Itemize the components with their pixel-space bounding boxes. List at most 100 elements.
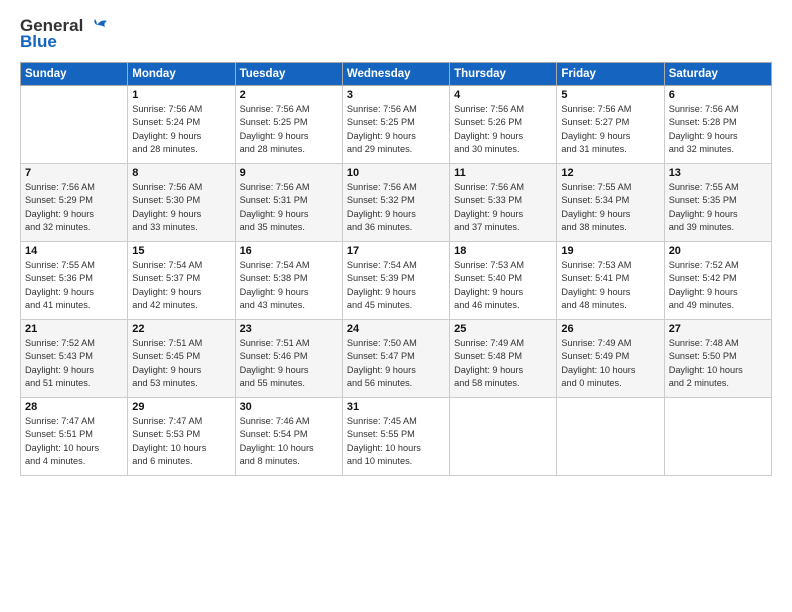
day-number: 23 <box>240 323 338 335</box>
calendar-cell <box>557 398 664 476</box>
main-container: General Blue SundayMondayTuesdayWednesda… <box>0 0 792 486</box>
day-number: 16 <box>240 245 338 257</box>
calendar-cell: 23 Sunrise: 7:51 AM Sunset: 5:46 PM Dayli… <box>235 320 342 398</box>
day-number: 22 <box>132 323 230 335</box>
day-number: 29 <box>132 401 230 413</box>
day-info: Sunrise: 7:54 AM Sunset: 5:37 PM Dayligh… <box>132 259 230 312</box>
calendar-cell: 31Sunrise: 7:45 AM Sunset: 5:55 PM Dayli… <box>342 398 449 476</box>
logo: General Blue <box>20 16 109 52</box>
day-number: 12 <box>561 167 659 179</box>
day-header-tuesday: Tuesday <box>235 63 342 86</box>
calendar-cell: 1Sunrise: 7:56 AM Sunset: 5:24 PM Daylig… <box>128 86 235 164</box>
calendar-cell: 9Sunrise: 7:56 AM Sunset: 5:31 PM Daylig… <box>235 164 342 242</box>
day-number: 18 <box>454 245 552 257</box>
day-info: Sunrise: 7:45 AM Sunset: 5:55 PM Dayligh… <box>347 415 445 468</box>
day-info: Sunrise: 7:56 AM Sunset: 5:31 PM Dayligh… <box>240 181 338 234</box>
day-number: 27 <box>669 323 767 335</box>
day-info: Sunrise: 7:55 AM Sunset: 5:36 PM Dayligh… <box>25 259 123 312</box>
day-header-monday: Monday <box>128 63 235 86</box>
day-number: 3 <box>347 89 445 101</box>
day-info: Sunrise: 7:52 AM Sunset: 5:42 PM Dayligh… <box>669 259 767 312</box>
calendar-cell: 12 Sunrise: 7:55 AM Sunset: 5:34 PM Dayli… <box>557 164 664 242</box>
day-number: 1 <box>132 89 230 101</box>
week-row-5: 28 Sunrise: 7:47 AM Sunset: 5:51 PM Dayli… <box>21 398 772 476</box>
day-number: 25 <box>454 323 552 335</box>
day-info: Sunrise: 7:54 AM Sunset: 5:38 PM Dayligh… <box>240 259 338 312</box>
day-info: Sunrise: 7:52 AM Sunset: 5:43 PM Dayligh… <box>25 337 123 390</box>
day-number: 20 <box>669 245 767 257</box>
week-row-3: 14 Sunrise: 7:55 AM Sunset: 5:36 PM Dayli… <box>21 242 772 320</box>
day-info: Sunrise: 7:51 AM Sunset: 5:46 PM Dayligh… <box>240 337 338 390</box>
day-info: Sunrise: 7:46 AM Sunset: 5:54 PM Dayligh… <box>240 415 338 468</box>
day-number: 5 <box>561 89 659 101</box>
day-info: Sunrise: 7:56 AM Sunset: 5:25 PM Dayligh… <box>240 103 338 156</box>
calendar-cell: 21Sunrise: 7:52 AM Sunset: 5:43 PM Dayli… <box>21 320 128 398</box>
calendar-cell: 10 Sunrise: 7:56 AM Sunset: 5:32 PM Dayli… <box>342 164 449 242</box>
calendar-cell: 7Sunrise: 7:56 AM Sunset: 5:29 PM Daylig… <box>21 164 128 242</box>
calendar-cell: 28 Sunrise: 7:47 AM Sunset: 5:51 PM Dayli… <box>21 398 128 476</box>
day-info: Sunrise: 7:56 AM Sunset: 5:29 PM Dayligh… <box>25 181 123 234</box>
day-number: 11 <box>454 167 552 179</box>
day-info: Sunrise: 7:56 AM Sunset: 5:32 PM Dayligh… <box>347 181 445 234</box>
calendar-cell: 16 Sunrise: 7:54 AM Sunset: 5:38 PM Dayli… <box>235 242 342 320</box>
calendar-cell: 11 Sunrise: 7:56 AM Sunset: 5:33 PM Dayli… <box>450 164 557 242</box>
day-header-friday: Friday <box>557 63 664 86</box>
calendar-header-row: SundayMondayTuesdayWednesdayThursdayFrid… <box>21 63 772 86</box>
day-number: 19 <box>561 245 659 257</box>
day-number: 10 <box>347 167 445 179</box>
calendar-cell: 29Sunrise: 7:47 AM Sunset: 5:53 PM Dayli… <box>128 398 235 476</box>
week-row-1: 1Sunrise: 7:56 AM Sunset: 5:24 PM Daylig… <box>21 86 772 164</box>
day-number: 26 <box>561 323 659 335</box>
day-info: Sunrise: 7:55 AM Sunset: 5:35 PM Dayligh… <box>669 181 767 234</box>
calendar-cell: 19Sunrise: 7:53 AM Sunset: 5:41 PM Dayli… <box>557 242 664 320</box>
day-info: Sunrise: 7:47 AM Sunset: 5:51 PM Dayligh… <box>25 415 123 468</box>
day-number: 6 <box>669 89 767 101</box>
day-info: Sunrise: 7:56 AM Sunset: 5:27 PM Dayligh… <box>561 103 659 156</box>
day-info: Sunrise: 7:56 AM Sunset: 5:28 PM Dayligh… <box>669 103 767 156</box>
calendar-cell: 13 Sunrise: 7:55 AM Sunset: 5:35 PM Dayli… <box>664 164 771 242</box>
calendar-cell: 25 Sunrise: 7:49 AM Sunset: 5:48 PM Dayli… <box>450 320 557 398</box>
day-number: 17 <box>347 245 445 257</box>
day-number: 4 <box>454 89 552 101</box>
calendar-cell <box>664 398 771 476</box>
calendar-table: SundayMondayTuesdayWednesdayThursdayFrid… <box>20 62 772 476</box>
day-info: Sunrise: 7:49 AM Sunset: 5:49 PM Dayligh… <box>561 337 659 390</box>
day-header-thursday: Thursday <box>450 63 557 86</box>
calendar-cell: 27 Sunrise: 7:48 AM Sunset: 5:50 PM Dayli… <box>664 320 771 398</box>
calendar-cell: 18 Sunrise: 7:53 AM Sunset: 5:40 PM Dayli… <box>450 242 557 320</box>
day-number: 28 <box>25 401 123 413</box>
calendar-cell: 15Sunrise: 7:54 AM Sunset: 5:37 PM Dayli… <box>128 242 235 320</box>
day-number: 13 <box>669 167 767 179</box>
calendar-cell: 30 Sunrise: 7:46 AM Sunset: 5:54 PM Dayli… <box>235 398 342 476</box>
day-info: Sunrise: 7:56 AM Sunset: 5:25 PM Dayligh… <box>347 103 445 156</box>
logo-bird-icon <box>87 17 109 35</box>
day-info: Sunrise: 7:56 AM Sunset: 5:33 PM Dayligh… <box>454 181 552 234</box>
calendar-cell: 17 Sunrise: 7:54 AM Sunset: 5:39 PM Dayli… <box>342 242 449 320</box>
calendar-cell: 4 Sunrise: 7:56 AM Sunset: 5:26 PM Daylig… <box>450 86 557 164</box>
day-info: Sunrise: 7:51 AM Sunset: 5:45 PM Dayligh… <box>132 337 230 390</box>
day-info: Sunrise: 7:53 AM Sunset: 5:40 PM Dayligh… <box>454 259 552 312</box>
day-number: 14 <box>25 245 123 257</box>
day-info: Sunrise: 7:50 AM Sunset: 5:47 PM Dayligh… <box>347 337 445 390</box>
day-header-wednesday: Wednesday <box>342 63 449 86</box>
calendar-cell: 2 Sunrise: 7:56 AM Sunset: 5:25 PM Daylig… <box>235 86 342 164</box>
calendar-cell: 6 Sunrise: 7:56 AM Sunset: 5:28 PM Daylig… <box>664 86 771 164</box>
week-row-4: 21Sunrise: 7:52 AM Sunset: 5:43 PM Dayli… <box>21 320 772 398</box>
logo-blue-text: Blue <box>20 32 57 52</box>
day-info: Sunrise: 7:56 AM Sunset: 5:30 PM Dayligh… <box>132 181 230 234</box>
day-info: Sunrise: 7:56 AM Sunset: 5:26 PM Dayligh… <box>454 103 552 156</box>
day-info: Sunrise: 7:55 AM Sunset: 5:34 PM Dayligh… <box>561 181 659 234</box>
day-info: Sunrise: 7:49 AM Sunset: 5:48 PM Dayligh… <box>454 337 552 390</box>
calendar-cell: 24 Sunrise: 7:50 AM Sunset: 5:47 PM Dayli… <box>342 320 449 398</box>
calendar-cell: 5 Sunrise: 7:56 AM Sunset: 5:27 PM Daylig… <box>557 86 664 164</box>
day-number: 24 <box>347 323 445 335</box>
calendar-cell <box>21 86 128 164</box>
day-header-sunday: Sunday <box>21 63 128 86</box>
day-header-saturday: Saturday <box>664 63 771 86</box>
day-number: 30 <box>240 401 338 413</box>
day-number: 2 <box>240 89 338 101</box>
calendar-cell: 14 Sunrise: 7:55 AM Sunset: 5:36 PM Dayli… <box>21 242 128 320</box>
day-info: Sunrise: 7:48 AM Sunset: 5:50 PM Dayligh… <box>669 337 767 390</box>
day-number: 8 <box>132 167 230 179</box>
day-info: Sunrise: 7:54 AM Sunset: 5:39 PM Dayligh… <box>347 259 445 312</box>
